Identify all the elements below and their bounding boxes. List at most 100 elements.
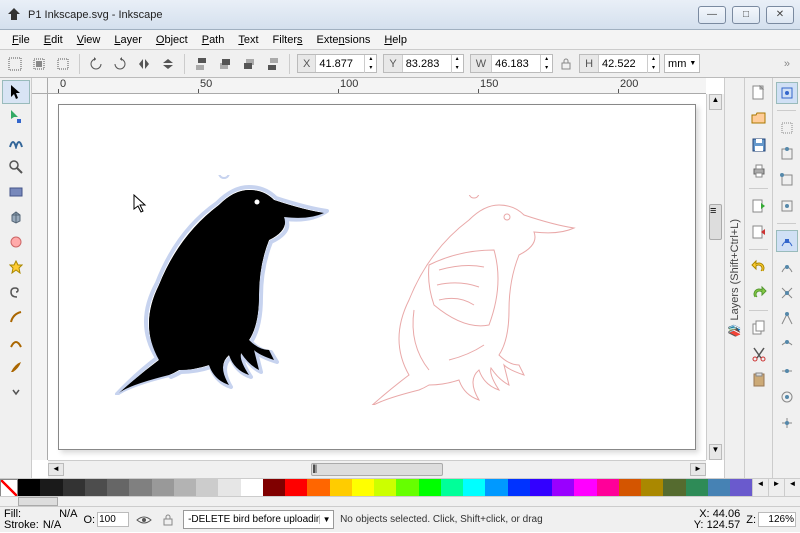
snap-midpoint-icon[interactable]: [776, 360, 798, 382]
visibility-toggle-icon[interactable]: [135, 511, 153, 529]
node-tool[interactable]: [2, 105, 30, 129]
fill-stroke-indicator[interactable]: Fill:N/A Stroke:N/A: [4, 509, 77, 531]
color-swatch[interactable]: [107, 479, 129, 497]
scrollbar-vertical[interactable]: ▲ ≡ ▼: [706, 94, 724, 460]
color-swatch[interactable]: [597, 479, 619, 497]
menu-object[interactable]: Object: [150, 32, 194, 48]
menu-file[interactable]: File: [6, 32, 36, 48]
color-swatch[interactable]: [686, 479, 708, 497]
tweak-tool[interactable]: [2, 130, 30, 154]
canvas[interactable]: [48, 94, 706, 460]
rect-tool[interactable]: [2, 180, 30, 204]
color-swatch[interactable]: [174, 479, 196, 497]
bird-outline[interactable]: [359, 195, 589, 405]
layer-selector[interactable]: -DELETE bird before uploading ▼: [183, 510, 334, 529]
menu-help[interactable]: Help: [378, 32, 413, 48]
pencil-tool[interactable]: [2, 305, 30, 329]
w-field[interactable]: W▴▾: [470, 54, 553, 73]
menu-extensions[interactable]: Extensions: [311, 32, 377, 48]
scroll-down-arrow[interactable]: ▼: [709, 444, 722, 460]
color-swatch[interactable]: [152, 479, 174, 497]
zoom-tool[interactable]: [2, 155, 30, 179]
toolbar-overflow[interactable]: »: [778, 58, 796, 70]
lock-icon[interactable]: [559, 57, 573, 71]
scrollbar-horizontal[interactable]: ◄ ⦀ ►: [48, 460, 706, 478]
raise-top-icon[interactable]: [190, 53, 212, 75]
maximize-button[interactable]: □: [732, 6, 760, 24]
color-swatch[interactable]: [552, 479, 574, 497]
more-tools[interactable]: [2, 380, 30, 404]
color-swatch[interactable]: [641, 479, 663, 497]
palette-menu[interactable]: ◄: [784, 479, 800, 497]
color-swatch[interactable]: [419, 479, 441, 497]
color-swatch[interactable]: [85, 479, 107, 497]
rotate-cw-icon[interactable]: [109, 53, 131, 75]
menu-edit[interactable]: Edit: [38, 32, 69, 48]
color-swatch[interactable]: [196, 479, 218, 497]
scroll-left-arrow[interactable]: ◄: [48, 463, 64, 476]
lower-icon[interactable]: [238, 53, 260, 75]
color-swatch[interactable]: [530, 479, 552, 497]
new-doc-icon[interactable]: [748, 82, 770, 104]
color-swatch[interactable]: [508, 479, 530, 497]
layer-lock-icon[interactable]: [159, 511, 177, 529]
snap-rotation-icon[interactable]: [776, 412, 798, 434]
ellipse-tool[interactable]: [2, 230, 30, 254]
palette-scroll-right[interactable]: ►: [768, 479, 784, 497]
snap-smooth-icon[interactable]: [776, 334, 798, 356]
scroll-right-arrow[interactable]: ►: [690, 463, 706, 476]
close-button[interactable]: ✕: [766, 6, 794, 24]
scroll-up-arrow[interactable]: ▲: [709, 94, 722, 110]
rotate-ccw-icon[interactable]: [85, 53, 107, 75]
color-swatch[interactable]: [441, 479, 463, 497]
flip-v-icon[interactable]: [157, 53, 179, 75]
x-field[interactable]: X▴▾: [297, 54, 377, 73]
color-swatch[interactable]: [463, 479, 485, 497]
menu-text[interactable]: Text: [232, 32, 264, 48]
palette-scrollbar[interactable]: [0, 496, 800, 506]
select-all-icon[interactable]: [4, 53, 26, 75]
selector-tool[interactable]: [2, 80, 30, 104]
bezier-tool[interactable]: [2, 330, 30, 354]
snap-toggle-icon[interactable]: [776, 82, 798, 104]
star-tool[interactable]: [2, 255, 30, 279]
color-swatch[interactable]: [619, 479, 641, 497]
color-swatch[interactable]: [218, 479, 240, 497]
color-swatch[interactable]: [263, 479, 285, 497]
print-icon[interactable]: [748, 160, 770, 182]
save-icon[interactable]: [748, 134, 770, 156]
undo-icon[interactable]: [748, 256, 770, 278]
redo-icon[interactable]: [748, 282, 770, 304]
snap-nodes-icon[interactable]: [776, 230, 798, 252]
color-swatch[interactable]: [129, 479, 151, 497]
snap-center-icon[interactable]: [776, 386, 798, 408]
opacity-field[interactable]: O:: [83, 512, 129, 527]
menu-filters[interactable]: Filters: [267, 32, 309, 48]
cut-icon[interactable]: [748, 343, 770, 365]
h-field[interactable]: H▴▾: [579, 54, 660, 73]
snap-bbox-corner-icon[interactable]: [776, 169, 798, 191]
color-swatch[interactable]: [663, 479, 685, 497]
color-swatch[interactable]: [63, 479, 85, 497]
color-swatch[interactable]: [285, 479, 307, 497]
snap-bbox-edge-icon[interactable]: [776, 143, 798, 165]
zoom-field[interactable]: Z:: [746, 512, 796, 527]
3dbox-tool[interactable]: [2, 205, 30, 229]
minimize-button[interactable]: —: [698, 6, 726, 24]
lower-bottom-icon[interactable]: [262, 53, 284, 75]
snap-bbox-icon[interactable]: [776, 117, 798, 139]
spiral-tool[interactable]: [2, 280, 30, 304]
color-swatch[interactable]: [352, 479, 374, 497]
snap-cusp-icon[interactable]: [776, 308, 798, 330]
no-color-swatch[interactable]: [0, 479, 18, 497]
bird-black[interactable]: [109, 175, 339, 395]
deselect-icon[interactable]: [52, 53, 74, 75]
menu-layer[interactable]: Layer: [108, 32, 148, 48]
color-swatch[interactable]: [18, 479, 40, 497]
color-swatch[interactable]: [374, 479, 396, 497]
scroll-thumb-v[interactable]: ≡: [709, 204, 722, 241]
color-swatch[interactable]: [40, 479, 62, 497]
color-swatch[interactable]: [485, 479, 507, 497]
open-icon[interactable]: [748, 108, 770, 130]
copy-icon[interactable]: [748, 317, 770, 339]
